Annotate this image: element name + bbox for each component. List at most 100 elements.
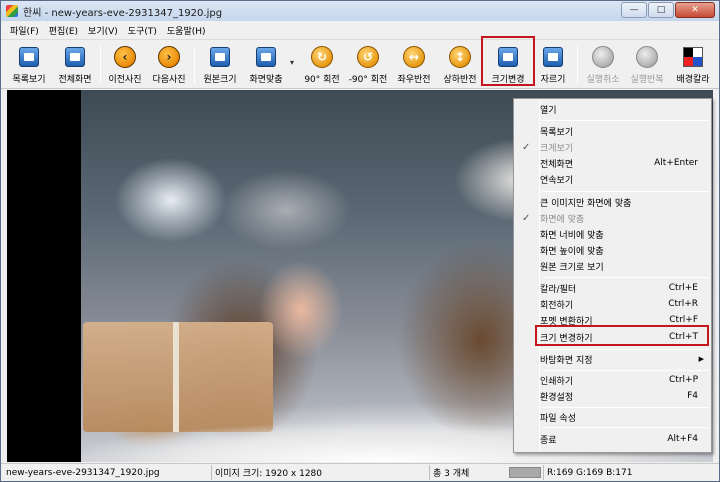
menu-separator [542, 407, 708, 408]
ctx-item-set-wallpaper[interactable]: 바탕화면 지정 ▶ [516, 351, 710, 367]
app-logo-icon[interactable] [6, 5, 18, 17]
ctx-item-open[interactable]: 열기 [516, 101, 710, 117]
ctx-item-fit-width[interactable]: 화면 너비에 맞춤 [516, 226, 710, 242]
title-bar[interactable]: 한씨 - new-years-eve-2931347_1920.jpg — □ … [1, 1, 719, 21]
fit-screen-dropdown-icon[interactable]: ▾ [290, 58, 294, 67]
menu-bar: 파일(F) 편집(E) 보기(V) 도구(T) 도움말(H) [1, 21, 719, 39]
minimize-button[interactable]: — [621, 2, 647, 18]
ctx-item-label: 칼라/필터 [540, 284, 577, 295]
flip-vertical-button[interactable]: ↕ 상하반전 [437, 42, 483, 88]
ctx-item-label: 목록보기 [540, 127, 574, 138]
ctx-item-settings[interactable]: 환경설정 F4 [516, 388, 710, 404]
status-filename: new-years-eve-2931347_1920.jpg [6, 467, 160, 478]
previous-photo-button[interactable]: ‹ 이전사진 [103, 42, 147, 88]
menu-edit[interactable]: 편집(E) [44, 24, 83, 37]
rotate-ccw-icon: ↺ [357, 46, 379, 68]
original-size-button[interactable]: 원본크기 [197, 42, 243, 88]
menu-separator [542, 370, 708, 371]
ctx-item-label: 열기 [540, 105, 557, 116]
submenu-arrow-icon: ▶ [698, 355, 704, 363]
menu-file[interactable]: 파일(F) [5, 24, 44, 37]
background-color-label: 배경칼라 [676, 75, 710, 85]
background-color-button[interactable]: 배경칼라 [671, 42, 715, 88]
ctx-item-large-view[interactable]: ✓ 크게보기 [516, 139, 710, 155]
fullscreen-button[interactable]: 전체화면 [53, 42, 97, 88]
redo-icon [636, 46, 658, 68]
redo-button[interactable]: 실행반복 [625, 42, 669, 88]
ctx-item-color-filter[interactable]: 칼라/필터 Ctrl+E [516, 280, 710, 296]
ctx-item-label: 인쇄하기 [540, 376, 574, 387]
flip-horizontal-button[interactable]: ↔ 좌우반전 [391, 42, 437, 88]
fit-screen-icon [256, 47, 276, 67]
ctx-item-label: 바탕화면 지정 [540, 355, 593, 366]
ctx-item-original-size[interactable]: 원본 크기로 보기 [516, 258, 710, 274]
fit-screen-button[interactable]: 화면맞춤 [243, 42, 289, 88]
menu-separator [542, 120, 708, 121]
background-color-icon [683, 47, 703, 67]
next-photo-label: 다음사진 [152, 75, 186, 85]
toolbar-separator [577, 46, 578, 84]
flip-horizontal-icon: ↔ [403, 46, 425, 68]
photo-gift-box [83, 322, 273, 432]
close-button[interactable]: ✕ [675, 2, 715, 18]
ctx-item-label: 환경설정 [540, 392, 574, 403]
undo-label: 실행취소 [586, 75, 620, 85]
ctx-item-list-view[interactable]: 목록보기 [516, 123, 710, 139]
status-color-swatch [509, 467, 541, 478]
menu-separator [542, 427, 708, 428]
toolbar: 목록보기 전체화면 ‹ 이전사진 › 다음사진 원본크기 화면맞춤 ▾ ↻ 90… [1, 36, 719, 89]
ctx-item-label: 원본 크기로 보기 [540, 262, 604, 273]
flip-horizontal-label: 좌우반전 [397, 75, 431, 85]
window-controls: — □ ✕ [621, 2, 715, 18]
status-pixel-color: R:169 G:169 B:171 [543, 465, 717, 480]
fit-screen-label: 화면맞춤 [249, 75, 283, 85]
status-image-size: 이미지 크기: 1920 x 1280 [211, 465, 421, 480]
app-window: 한씨 - new-years-eve-2931347_1920.jpg — □ … [0, 0, 720, 482]
check-icon: ✓ [522, 141, 531, 153]
undo-button[interactable]: 실행취소 [581, 42, 625, 88]
list-view-button[interactable]: 목록보기 [7, 42, 51, 88]
undo-icon [592, 46, 614, 68]
ctx-item-shortcut: Ctrl+E [668, 283, 698, 293]
ctx-item-file-properties[interactable]: 파일 속성 [516, 409, 710, 425]
toolbar-separator [100, 46, 101, 84]
list-view-label: 목록보기 [12, 75, 46, 85]
redo-label: 실행반복 [630, 75, 664, 85]
next-photo-button[interactable]: › 다음사진 [147, 42, 191, 88]
context-menu: 열기 목록보기 ✓ 크게보기 전체화면 Alt+Enter 연속보기 큰 이미지… [513, 98, 712, 453]
ctx-item-label: 화면 너비에 맞춤 [540, 230, 604, 241]
original-size-icon [210, 47, 230, 67]
rotate-ccw-button[interactable]: ↺ -90° 회전 [345, 42, 391, 88]
menu-separator [542, 191, 708, 192]
ctx-item-rotate[interactable]: 회전하기 Ctrl+R [516, 296, 710, 312]
ctx-item-shortcut: Ctrl+R [668, 299, 698, 309]
previous-arrow-icon: ‹ [114, 46, 136, 68]
menu-help[interactable]: 도움말(H) [162, 24, 211, 37]
ctx-item-exit[interactable]: 종료 Alt+F4 [516, 431, 710, 447]
ctx-item-shortcut: Alt+F4 [667, 434, 698, 444]
status-count: 총 3 개체 [429, 465, 501, 480]
flip-vertical-label: 상하반전 [443, 75, 477, 85]
menu-view[interactable]: 보기(V) [83, 24, 123, 37]
flip-vertical-icon: ↕ [449, 46, 471, 68]
list-view-icon [19, 47, 39, 67]
ctx-item-label: 연속보기 [540, 175, 574, 186]
menu-tools[interactable]: 도구(T) [123, 24, 162, 37]
ctx-item-fullscreen[interactable]: 전체화면 Alt+Enter [516, 155, 710, 171]
resize-menu-highlight [535, 325, 709, 346]
ctx-item-fit-height[interactable]: 화면 높이에 맞춤 [516, 242, 710, 258]
status-bar: new-years-eve-2931347_1920.jpg 이미지 크기: 1… [1, 463, 719, 481]
crop-label: 자르기 [540, 75, 566, 85]
maximize-button[interactable]: □ [648, 2, 674, 18]
ctx-item-continuous-view[interactable]: 연속보기 [516, 171, 710, 187]
rotate-cw-button[interactable]: ↻ 90° 회전 [299, 42, 345, 88]
ctx-item-shortcut: F4 [687, 391, 698, 401]
fullscreen-label: 전체화면 [58, 75, 92, 85]
ctx-item-fit-large-only[interactable]: 큰 이미지만 화면에 맞춤 [516, 194, 710, 210]
fullscreen-icon [65, 47, 85, 67]
crop-icon [543, 47, 563, 67]
ctx-item-fit-screen[interactable]: ✓ 화면에 맞춤 [516, 210, 710, 226]
crop-button[interactable]: 자르기 [533, 42, 573, 88]
check-icon: ✓ [522, 212, 531, 224]
ctx-item-print[interactable]: 인쇄하기 Ctrl+P [516, 372, 710, 388]
